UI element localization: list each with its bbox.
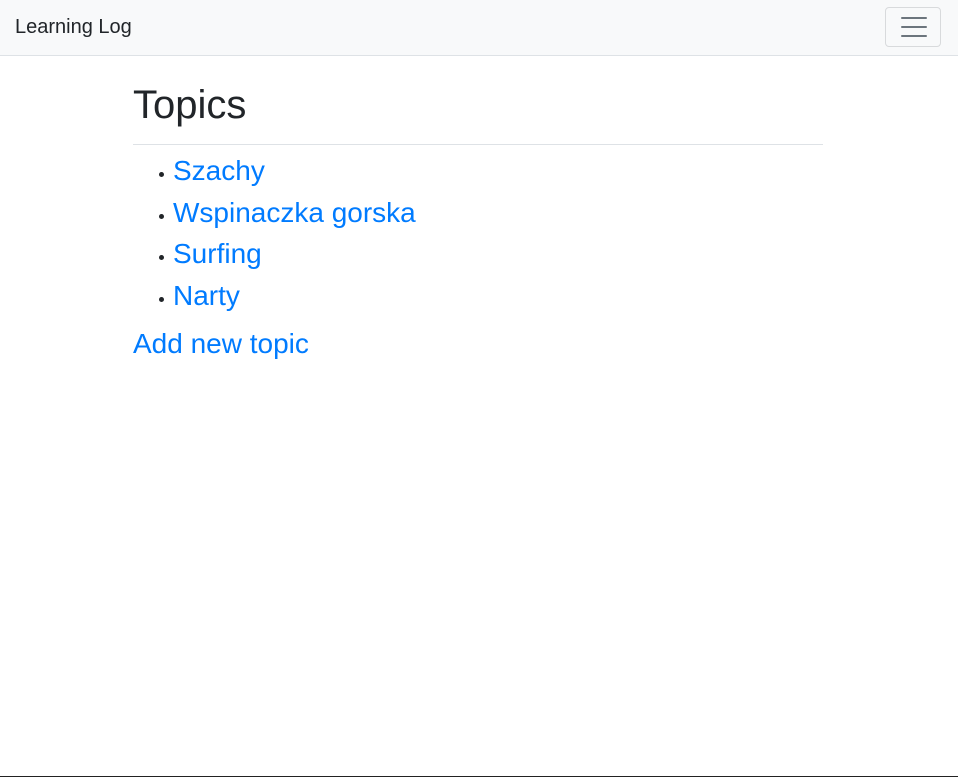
- title-divider: [133, 144, 823, 145]
- list-item: Szachy: [133, 152, 823, 194]
- hamburger-bar: [901, 35, 927, 37]
- list-item: Surfing: [133, 235, 823, 277]
- bullet-icon: [159, 172, 164, 177]
- bullet-icon: [159, 213, 164, 219]
- bullet-icon: [159, 296, 164, 302]
- topic-link-narty[interactable]: Narty: [173, 279, 240, 313]
- list-item: Narty: [133, 277, 823, 319]
- hamburger-menu-icon: [901, 17, 927, 38]
- topic-link-szachy[interactable]: Szachy: [173, 154, 265, 188]
- navbar-toggler-button[interactable]: [885, 7, 941, 47]
- topic-list: Szachy Wspinaczka gorska Surfing Narty: [133, 152, 823, 318]
- bullet-icon: [159, 255, 164, 260]
- brand-link[interactable]: Learning Log: [15, 15, 132, 39]
- navbar: Learning Log: [0, 0, 958, 56]
- hamburger-bar: [901, 26, 927, 28]
- add-new-topic-link[interactable]: Add new topic: [133, 327, 309, 361]
- hamburger-bar: [901, 17, 927, 19]
- list-item: Wspinaczka gorska: [133, 194, 823, 236]
- topic-link-wspinaczka-gorska[interactable]: Wspinaczka gorska: [173, 196, 416, 230]
- page: Learning Log Topics Szachy Wspinaczka go…: [0, 0, 958, 777]
- page-title: Topics: [133, 83, 247, 127]
- topic-link-surfing[interactable]: Surfing: [173, 237, 262, 271]
